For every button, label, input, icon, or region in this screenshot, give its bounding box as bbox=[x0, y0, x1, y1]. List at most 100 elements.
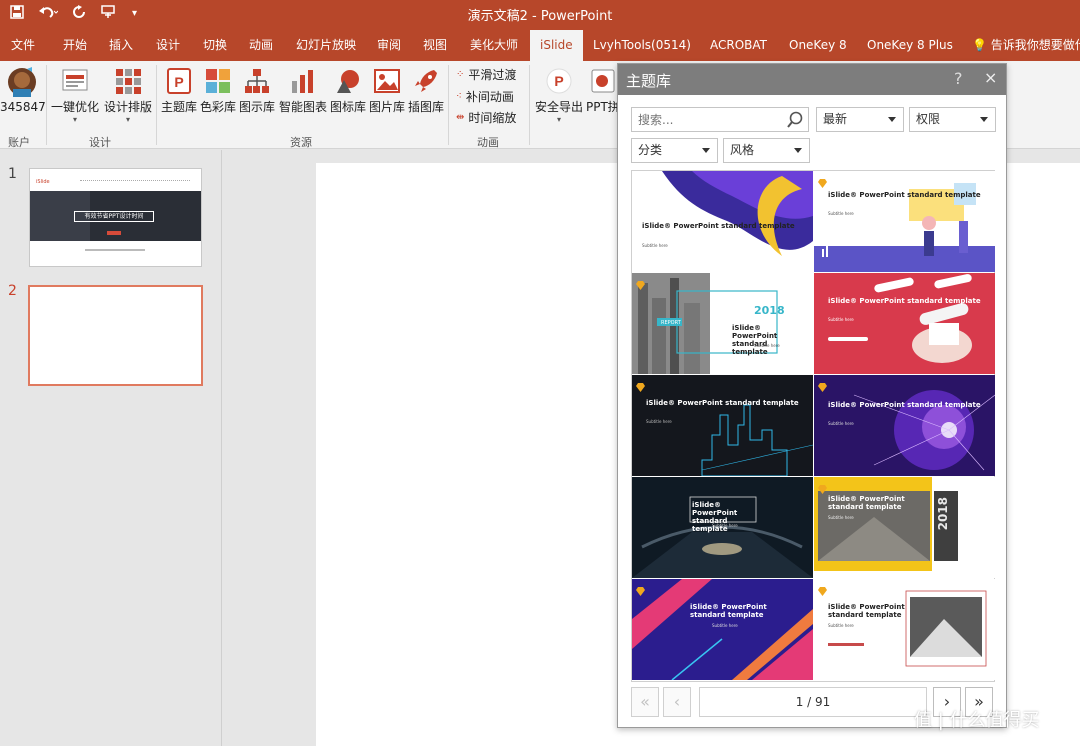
template-title: iSlide® PowerPoint standard template bbox=[828, 191, 981, 199]
first-page-button[interactable]: « bbox=[631, 687, 659, 717]
tab-acrobat[interactable]: ACROBAT bbox=[710, 30, 767, 61]
slide-number: 1 bbox=[8, 166, 17, 182]
permission-dropdown[interactable]: 权限 bbox=[909, 107, 996, 132]
template-title: iSlide® PowerPoint standard template bbox=[828, 495, 905, 511]
tab-lvyhtools[interactable]: LvyhTools(0514) bbox=[593, 30, 691, 61]
style-dropdown[interactable]: 风格 bbox=[723, 138, 810, 163]
theme-library-panel: 主题库 ? × 最新 权限 分类 风格 iSlide® PowerPoint s… bbox=[617, 63, 1007, 728]
tell-me-box[interactable]: 💡 告诉我你想要做什 bbox=[972, 30, 1080, 61]
theme-library-label: 主题库 bbox=[160, 100, 197, 114]
template-title: iSlide® PowerPoint standard template bbox=[828, 401, 981, 409]
slide-thumbnail-1[interactable]: iSlide 有效节省PPT设计时间 bbox=[29, 168, 202, 267]
template-subtitle: Subtitle here bbox=[828, 421, 854, 426]
org-chart-icon bbox=[245, 69, 269, 93]
svg-text:P: P bbox=[174, 74, 183, 90]
color-library-button[interactable]: 色彩库 bbox=[199, 67, 237, 115]
tab-home[interactable]: 开始 bbox=[63, 30, 87, 61]
diagram-library-button[interactable]: 图示库 bbox=[238, 67, 276, 115]
time-scale-icon: ⇹ bbox=[456, 112, 465, 123]
search-box bbox=[631, 107, 809, 132]
rocket-icon bbox=[415, 70, 437, 92]
template-subtitle: Subtitle here bbox=[828, 623, 854, 628]
search-icon[interactable] bbox=[786, 111, 804, 129]
thumb-nav bbox=[80, 180, 190, 183]
template-subtitle: Subtitle here bbox=[646, 419, 672, 424]
template-tile[interactable]: iSlide® PowerPoint standard template Sub… bbox=[814, 375, 995, 476]
tab-onekey8[interactable]: OneKey 8 bbox=[789, 30, 847, 61]
smooth-transition-label: 平滑过渡 bbox=[468, 68, 517, 82]
sort-dropdown[interactable]: 最新 bbox=[816, 107, 904, 132]
smooth-transition-button[interactable]: ⁘ 平滑过渡 bbox=[456, 66, 516, 83]
help-icon[interactable]: ? bbox=[954, 69, 963, 88]
tab-islide[interactable]: iSlide bbox=[530, 30, 583, 61]
template-subtitle: Subtitle here bbox=[642, 243, 668, 248]
template-subtitle: Subtitle here bbox=[828, 515, 854, 520]
smooth-transition-icon: ⁘ bbox=[456, 69, 465, 80]
dropdown-caret-icon: ▾ bbox=[72, 115, 77, 124]
svg-text:P: P bbox=[554, 73, 563, 89]
account-button[interactable]: 345847 bbox=[0, 67, 46, 114]
tab-meihua[interactable]: 美化大师 bbox=[470, 30, 518, 61]
illustration-library-button[interactable]: 插图库 bbox=[407, 67, 445, 115]
template-title: iSlide® PowerPoint standard template bbox=[646, 399, 799, 407]
caret-down-icon bbox=[702, 148, 710, 153]
tab-design[interactable]: 设计 bbox=[156, 30, 180, 61]
template-tile[interactable]: iSlide® PowerPoint standard template Sub… bbox=[814, 273, 995, 374]
page-indicator: 1 / 91 bbox=[699, 687, 927, 717]
group-label-resources: 资源 bbox=[290, 136, 312, 149]
thumb-banner: 有效节省PPT设计时间 bbox=[30, 191, 201, 241]
category-dropdown[interactable]: 分类 bbox=[631, 138, 718, 163]
template-title: iSlide® PowerPoint standard template bbox=[642, 222, 795, 230]
smart-chart-label: 智能图表 bbox=[278, 100, 327, 114]
slide-thumbnail-2[interactable] bbox=[28, 285, 203, 386]
theme-library-button[interactable]: P 主题库 bbox=[160, 67, 198, 115]
ppt-stitch-button[interactable]: PPT拼 bbox=[586, 67, 618, 115]
smart-chart-button[interactable]: 智能图表 bbox=[278, 67, 328, 115]
premium-badge-icon bbox=[635, 582, 646, 596]
time-scale-button[interactable]: ⇹ 时间缩放 bbox=[456, 109, 516, 126]
icon-library-button[interactable]: 图标库 bbox=[329, 67, 367, 115]
illustration-library-label: 插图库 bbox=[407, 100, 444, 114]
export-p-icon: P bbox=[546, 68, 572, 94]
group-label-account: 账户 bbox=[8, 136, 30, 149]
safe-export-button[interactable]: P 安全导出 ▾ bbox=[533, 67, 585, 124]
image-library-button[interactable]: 图片库 bbox=[368, 67, 406, 115]
prev-page-button[interactable]: ‹ bbox=[663, 687, 691, 717]
tab-review[interactable]: 审阅 bbox=[377, 30, 401, 61]
template-tile[interactable]: iSlide® PowerPoint standard template Sub… bbox=[632, 579, 813, 680]
template-title: iSlide® PowerPoint standard template bbox=[828, 297, 981, 305]
tween-animation-button[interactable]: ⁖ 补间动画 bbox=[456, 88, 514, 105]
template-tile[interactable]: REPORT 2018 iSlide® PowerPoint standard … bbox=[632, 273, 813, 374]
premium-badge-icon bbox=[817, 174, 828, 188]
tab-file[interactable]: 文件 bbox=[11, 30, 35, 61]
premium-badge-icon bbox=[817, 480, 828, 494]
template-tile[interactable]: iSlide® PowerPoint standard template Sub… bbox=[632, 171, 813, 272]
template-tile[interactable]: 2018 iSlide® PowerPoint standard templat… bbox=[814, 477, 995, 578]
tab-view[interactable]: 视图 bbox=[423, 30, 447, 61]
template-title: iSlide® PowerPoint standard template bbox=[692, 501, 738, 533]
slide-thumbnail-pane: 1 iSlide 有效节省PPT设计时间 2 bbox=[0, 150, 222, 746]
color-library-label: 色彩库 bbox=[199, 100, 236, 114]
template-subtitle: Subtitle here bbox=[754, 343, 780, 348]
tab-animations[interactable]: 动画 bbox=[249, 30, 273, 61]
tell-me-label: 告诉我你想要做什 bbox=[990, 38, 1080, 52]
template-tile[interactable]: iSlide® PowerPoint standard template Sub… bbox=[632, 375, 813, 476]
template-tile[interactable]: iSlide® PowerPoint standard template Sub… bbox=[814, 171, 995, 272]
tab-slideshow[interactable]: 幻灯片放映 bbox=[296, 30, 356, 61]
ppt-stitch-icon bbox=[591, 69, 615, 93]
layout-label: 设计排版 bbox=[103, 100, 152, 114]
lightbulb-icon: 💡 bbox=[972, 38, 987, 52]
template-tile[interactable]: iSlide® PowerPoint standard template Sub… bbox=[814, 579, 995, 680]
shapes-icon bbox=[337, 70, 359, 93]
template-tile[interactable]: iSlide® PowerPoint standard template Sub… bbox=[632, 477, 813, 578]
design-layout-button[interactable]: 设计排版 ▾ bbox=[102, 67, 154, 124]
tab-insert[interactable]: 插入 bbox=[109, 30, 133, 61]
one-click-optimize-button[interactable]: 一键优化 ▾ bbox=[50, 67, 100, 124]
close-icon[interactable]: × bbox=[984, 68, 997, 87]
tab-transitions[interactable]: 切换 bbox=[203, 30, 227, 61]
tween-animation-icon: ⁖ bbox=[456, 91, 462, 102]
search-input[interactable] bbox=[632, 108, 782, 131]
layout-grid-icon bbox=[116, 69, 141, 94]
tab-onekey8plus[interactable]: OneKey 8 Plus bbox=[867, 30, 953, 61]
safe-export-label: 安全导出 bbox=[534, 100, 583, 114]
